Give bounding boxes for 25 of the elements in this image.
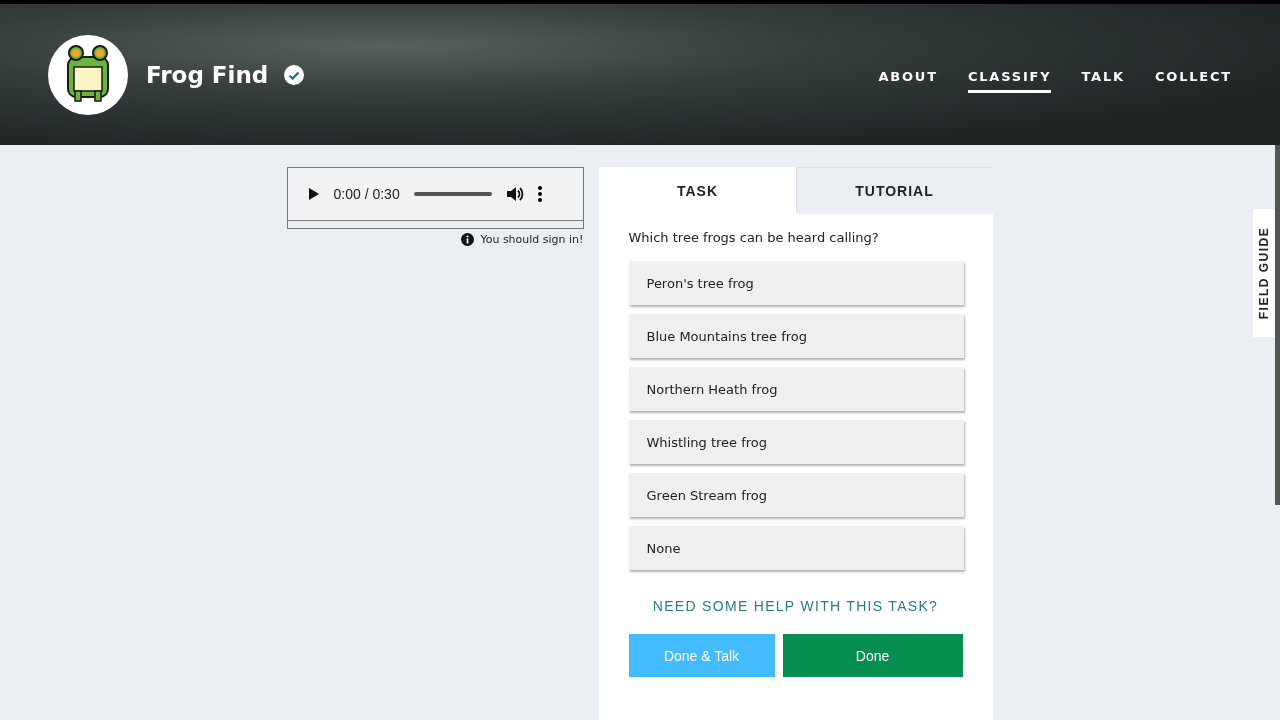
done-button[interactable]: Done	[782, 634, 963, 677]
audio-progress-track[interactable]	[413, 192, 492, 196]
answer-option[interactable]: Northern Heath frog	[628, 367, 964, 411]
help-link[interactable]: NEED SOME HELP WITH THIS TASK?	[628, 598, 963, 614]
play-icon[interactable]	[307, 187, 320, 201]
sign-in-notice: You should sign in!	[480, 233, 584, 246]
frog-logo-icon[interactable]	[48, 34, 128, 115]
panel-tab[interactable]: TUTORIAL	[795, 167, 993, 214]
nav-link[interactable]: ABOUT	[878, 62, 938, 93]
answer-option[interactable]: Whistling tree frog	[628, 420, 964, 464]
volume-icon[interactable]	[505, 186, 524, 202]
nav-link[interactable]: TALK	[1081, 62, 1125, 93]
answer-option[interactable]: Peron's tree frog	[628, 261, 964, 305]
project-title[interactable]: Frog Find	[146, 61, 269, 88]
info-icon	[461, 233, 475, 246]
more-options-icon[interactable]	[537, 186, 542, 202]
audio-time: 0:00 / 0:30	[333, 186, 400, 202]
field-guide-tab[interactable]: FIELD GUIDE	[1253, 209, 1275, 337]
nav-link[interactable]: CLASSIFY	[967, 62, 1052, 93]
answer-option[interactable]: Blue Mountains tree frog	[628, 314, 964, 358]
audio-player[interactable]: 0:00 / 0:30	[286, 167, 584, 229]
answer-option[interactable]: None	[628, 526, 964, 570]
task-question: Which tree frogs can be heard calling?	[628, 230, 880, 245]
nav-link[interactable]: COLLECT	[1154, 62, 1232, 93]
answer-option[interactable]: Green Stream frog	[628, 473, 964, 517]
